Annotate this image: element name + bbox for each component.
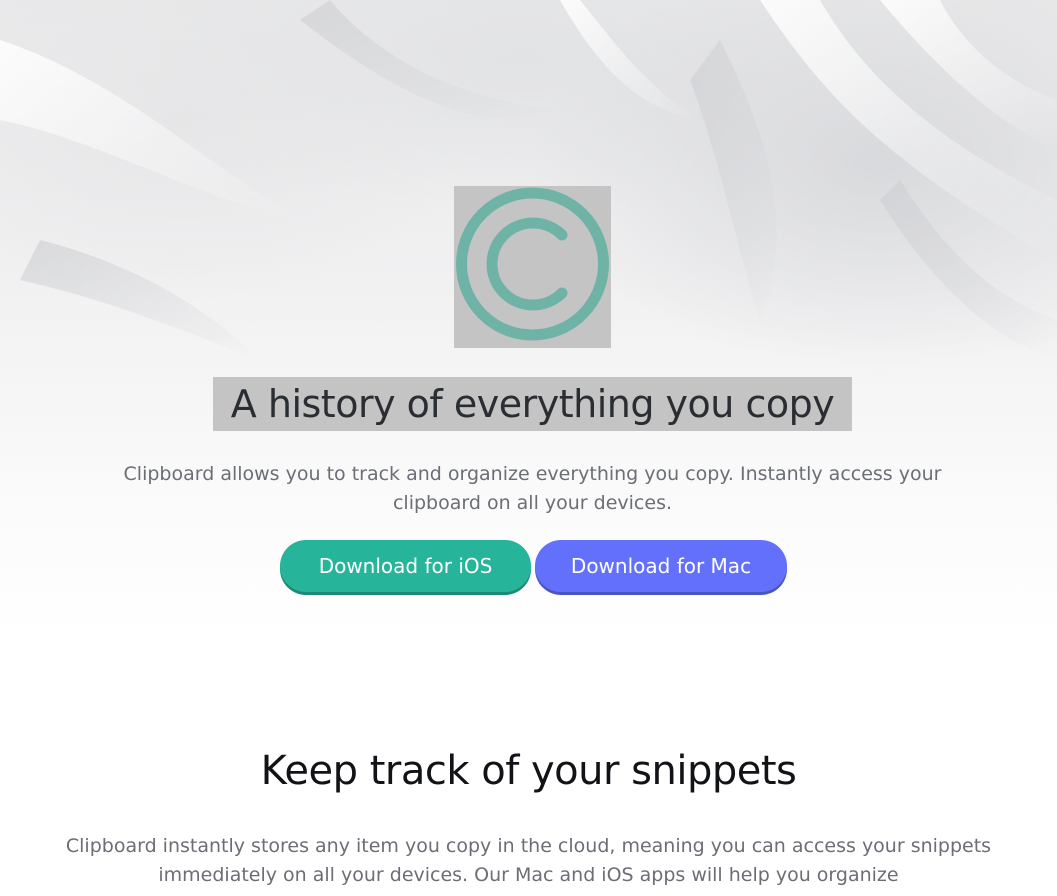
hero-section: A history of everything you copy Clipboa… <box>0 0 1057 640</box>
app-logo <box>454 186 611 348</box>
download-mac-button[interactable]: Download for Mac <box>535 540 787 592</box>
hero-title: A history of everything you copy <box>213 377 852 431</box>
hero-subtitle: Clipboard allows you to track and organi… <box>123 463 942 514</box>
copyright-c-icon <box>456 187 609 341</box>
section-title: Keep track of your snippets <box>260 748 797 794</box>
section-description: Clipboard instantly stores any item you … <box>65 835 992 886</box>
download-ios-button[interactable]: Download for iOS <box>280 540 531 592</box>
